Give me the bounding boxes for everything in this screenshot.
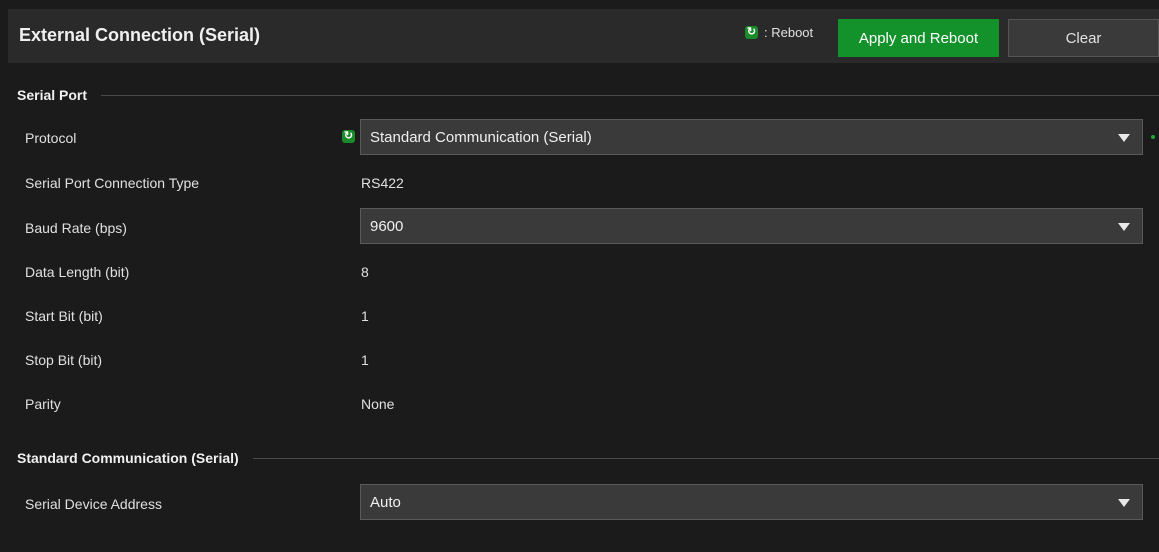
header-bar: External Connection (Serial) ↻ : Reboot … xyxy=(8,9,1159,63)
protocol-label: Protocol xyxy=(25,130,77,146)
stop-bit-value: 1 xyxy=(361,352,369,368)
protocol-selected-value: Standard Communication (Serial) xyxy=(370,129,592,146)
chevron-down-icon xyxy=(1118,223,1130,231)
section-standard-communication: Standard Communication (Serial) xyxy=(8,448,1159,468)
device-address-select[interactable]: Auto xyxy=(360,484,1143,520)
device-address-selected-value: Auto xyxy=(370,494,401,511)
parity-label: Parity xyxy=(25,396,61,412)
baud-rate-selected-value: 9600 xyxy=(370,218,404,235)
reboot-legend: ↻ : Reboot xyxy=(745,25,813,40)
section-divider xyxy=(101,94,1159,96)
device-address-label: Serial Device Address xyxy=(25,496,162,512)
section-serial-port: Serial Port xyxy=(8,85,1159,105)
data-length-value: 8 xyxy=(361,264,369,280)
baud-rate-select[interactable]: 9600 xyxy=(360,208,1143,244)
stop-bit-label: Stop Bit (bit) xyxy=(25,352,103,368)
baud-rate-label: Baud Rate (bps) xyxy=(25,220,127,236)
chevron-down-icon xyxy=(1118,134,1130,142)
start-bit-label: Start Bit (bit) xyxy=(25,308,103,324)
connection-type-label: Serial Port Connection Type xyxy=(25,175,200,191)
reboot-icon: ↻ xyxy=(745,26,758,39)
parity-value: None xyxy=(361,396,395,412)
start-bit-value: 1 xyxy=(361,308,369,324)
section-divider xyxy=(252,457,1159,459)
page-title: External Connection (Serial) xyxy=(19,25,261,45)
connection-type-value: RS422 xyxy=(361,175,404,191)
reboot-icon: ↻ xyxy=(342,130,355,143)
data-length-label: Data Length (bit) xyxy=(25,264,130,280)
section-title: Standard Communication (Serial) xyxy=(17,450,239,466)
reboot-legend-label: : Reboot xyxy=(764,25,814,40)
chevron-down-icon xyxy=(1118,499,1130,507)
clear-button[interactable]: Clear xyxy=(1008,19,1159,57)
status-dot xyxy=(1151,135,1155,139)
apply-and-reboot-button[interactable]: Apply and Reboot xyxy=(838,19,999,57)
section-title: Serial Port xyxy=(17,87,88,103)
protocol-select[interactable]: Standard Communication (Serial) xyxy=(360,119,1143,155)
